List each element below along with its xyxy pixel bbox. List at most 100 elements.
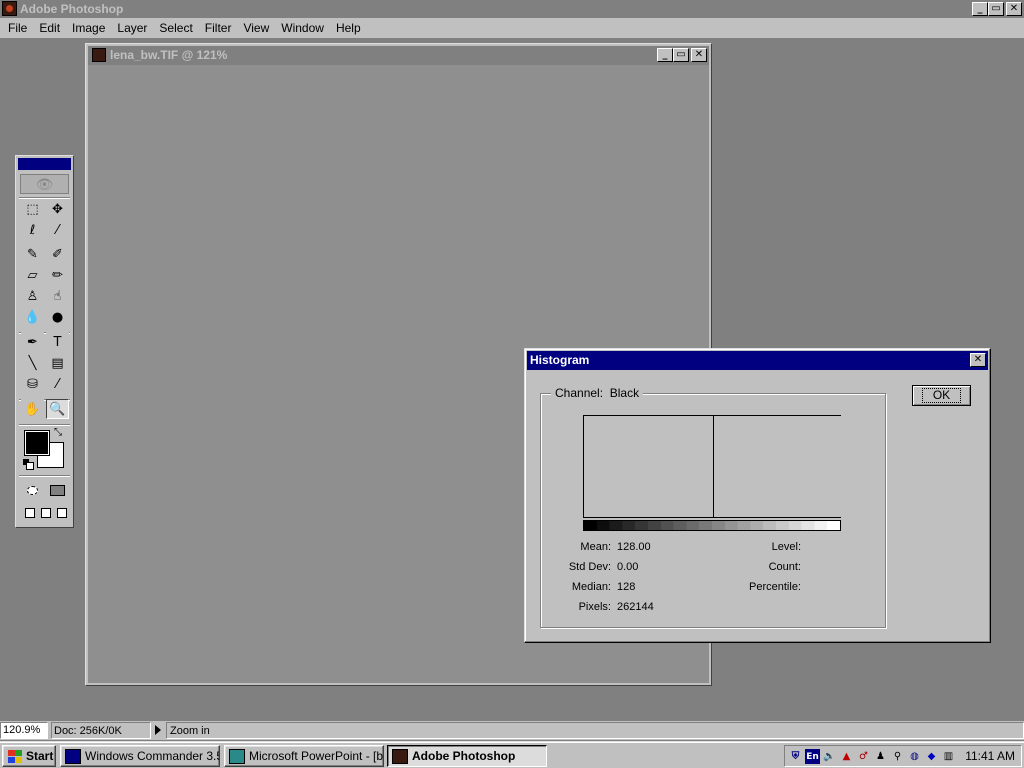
joystick-icon[interactable]: ♂ xyxy=(856,749,871,764)
standard-mode-button[interactable] xyxy=(21,481,44,499)
doc-close-button[interactable]: ✕ xyxy=(691,48,707,62)
percentile-label: Percentile: xyxy=(749,581,801,593)
menu-edit[interactable]: Edit xyxy=(33,18,66,38)
minimize-button[interactable]: _ xyxy=(972,2,988,16)
channel-selector[interactable]: Channel: Black xyxy=(551,386,644,400)
median-label: Median: xyxy=(571,581,611,593)
menu-file[interactable]: File xyxy=(2,18,33,38)
task-photoshop[interactable]: Adobe Photoshop xyxy=(387,745,547,767)
close-button[interactable]: ✕ xyxy=(1006,2,1022,16)
mean-label: Mean: xyxy=(580,541,611,553)
scheduler-icon[interactable]: ▥ xyxy=(941,749,956,764)
pencil-tool-icon[interactable]: ✏ xyxy=(46,265,69,285)
start-label: Start xyxy=(26,749,54,763)
smudge-tool-icon[interactable]: ☝ xyxy=(46,286,69,306)
network-search-icon[interactable]: ⚲ xyxy=(890,749,905,764)
document-icon[interactable] xyxy=(92,48,106,62)
zoom-level-field[interactable]: 120.9% xyxy=(0,722,48,739)
menu-filter[interactable]: Filter xyxy=(199,18,238,38)
toolbox-titlebar[interactable] xyxy=(18,158,71,170)
histogram-bar xyxy=(713,416,714,517)
rubber-stamp-tool-icon[interactable]: ♙ xyxy=(21,286,44,306)
foreground-color-swatch[interactable] xyxy=(24,430,50,456)
language-indicator[interactable]: En xyxy=(805,749,820,764)
photoshop-eye-logo[interactable]: 👁 xyxy=(20,174,69,194)
task-powerpoint[interactable]: Microsoft PowerPoint - [ba... xyxy=(224,745,384,767)
doc-maximize-button[interactable]: ▭ xyxy=(673,48,689,62)
windows-flag-icon xyxy=(7,749,23,763)
histogram-close-button[interactable]: ✕ xyxy=(970,353,986,367)
photoshop-app-icon[interactable] xyxy=(2,1,17,16)
app-title: Adobe Photoshop xyxy=(20,2,124,16)
default-colors-icon[interactable] xyxy=(23,459,34,470)
document-titlebar[interactable]: lena_bw.TIF @ 121% _ ▭ ✕ xyxy=(88,46,709,64)
line-tool-icon[interactable]: ╲ xyxy=(21,353,44,373)
clock: 11:41 AM xyxy=(965,749,1015,763)
histogram-dialog: Histogram ✕ Channel: Black Mean: 128.00 … xyxy=(524,348,991,643)
airbrush-tool-icon[interactable]: ✎ xyxy=(21,244,44,264)
magic-wand-tool-icon[interactable]: ⁄ xyxy=(46,220,69,240)
system-tray: ⛨ En 🔈 ▲ ♂ ♟ ⚲ ◍ ◆ ▥ 11:41 AM xyxy=(784,745,1022,767)
paint-bucket-tool-icon[interactable]: ⛁ xyxy=(21,374,44,394)
task-label: Windows Commander 3.53... xyxy=(85,749,219,763)
menu-layer[interactable]: Layer xyxy=(111,18,153,38)
ati-icon[interactable]: ▲ xyxy=(839,749,854,764)
menu-help[interactable]: Help xyxy=(330,18,367,38)
globe-icon[interactable]: ◍ xyxy=(907,749,922,764)
task-label: Adobe Photoshop xyxy=(412,749,516,763)
document-window-controls: _ ▭ ✕ xyxy=(657,48,707,62)
app-window-controls: _ ▭ ✕ xyxy=(972,2,1022,16)
full-screen-button[interactable] xyxy=(54,505,69,520)
paintbrush-tool-icon[interactable]: ✐ xyxy=(46,244,69,264)
person-icon[interactable]: ♟ xyxy=(873,749,888,764)
shield-icon[interactable]: ⛨ xyxy=(788,749,803,764)
task-label: Microsoft PowerPoint - [ba... xyxy=(249,749,384,763)
menu-view[interactable]: View xyxy=(237,18,275,38)
powerpoint-icon xyxy=(229,748,245,764)
histogram-titlebar[interactable]: Histogram ✕ xyxy=(527,351,988,370)
photoshop-icon xyxy=(392,748,408,764)
status-menu-arrow-icon[interactable] xyxy=(155,725,161,735)
task-windows-commander[interactable]: Windows Commander 3.53... xyxy=(60,745,220,767)
mean-value: 128.00 xyxy=(617,541,651,553)
histogram-title: Histogram xyxy=(530,353,590,367)
gradient-tool-icon[interactable]: ▤ xyxy=(46,353,69,373)
dodge-tool-icon[interactable]: ● xyxy=(46,307,69,327)
app-titlebar[interactable]: Adobe Photoshop _ ▭ ✕ xyxy=(0,0,1024,18)
volume-icon[interactable]: 🔈 xyxy=(822,749,837,764)
swap-colors-icon[interactable]: ⤡ xyxy=(54,427,62,438)
blur-tool-icon[interactable]: 💧 xyxy=(21,307,44,327)
lasso-tool-icon[interactable]: ℓ xyxy=(21,220,44,240)
type-tool-icon[interactable]: T xyxy=(46,332,69,352)
quick-mask-button[interactable] xyxy=(46,481,69,499)
ok-button[interactable]: OK xyxy=(912,385,971,406)
messenger-icon[interactable]: ◆ xyxy=(924,749,939,764)
menu-image[interactable]: Image xyxy=(66,18,111,38)
marquee-tool-icon[interactable]: ⬚ xyxy=(21,199,44,219)
median-value: 128 xyxy=(617,581,636,593)
statusbar: 120.9% Doc: 256K/0K Zoom in xyxy=(0,721,1024,740)
grayscale-gradient-bar xyxy=(583,520,841,531)
histogram-group: Channel: Black Mean: 128.00 Std Dev: 0.0… xyxy=(540,386,886,628)
pixels-value: 262144 xyxy=(617,601,654,613)
count-label: Count: xyxy=(768,561,801,573)
start-button[interactable]: Start xyxy=(2,745,56,767)
menubar: File Edit Image Layer Select Filter View… xyxy=(0,18,1024,38)
doc-minimize-button[interactable]: _ xyxy=(657,48,673,62)
doc-size-info: Doc: 256K/0K xyxy=(51,722,151,739)
pixels-label: Pixels: xyxy=(578,601,611,613)
standard-screen-button[interactable] xyxy=(22,505,37,520)
histogram-plot[interactable] xyxy=(583,415,841,518)
full-screen-menu-button[interactable] xyxy=(38,505,53,520)
pen-tool-icon[interactable]: ✒ xyxy=(21,332,44,352)
hand-tool-icon[interactable]: ✋ xyxy=(21,399,44,419)
restore-button[interactable]: ▭ xyxy=(988,2,1004,16)
eyedropper-tool-icon[interactable]: ⁄ xyxy=(46,374,69,394)
toolbox: 👁 ⤡ ⬚ ✥ ℓ ⁄ ✎ ✐ ▱ ✏ ♙ ☝ 💧 ● ✒ T ╲ ▤ ⛁ ⁄ ✋ 🔍 xyxy=(15,155,74,528)
taskbar: Start Windows Commander 3.53... Microsof… xyxy=(0,741,1024,768)
zoom-tool-icon[interactable]: 🔍 xyxy=(46,399,69,419)
move-tool-icon[interactable]: ✥ xyxy=(46,199,69,219)
menu-select[interactable]: Select xyxy=(153,18,198,38)
eraser-tool-icon[interactable]: ▱ xyxy=(21,265,44,285)
menu-window[interactable]: Window xyxy=(275,18,330,38)
